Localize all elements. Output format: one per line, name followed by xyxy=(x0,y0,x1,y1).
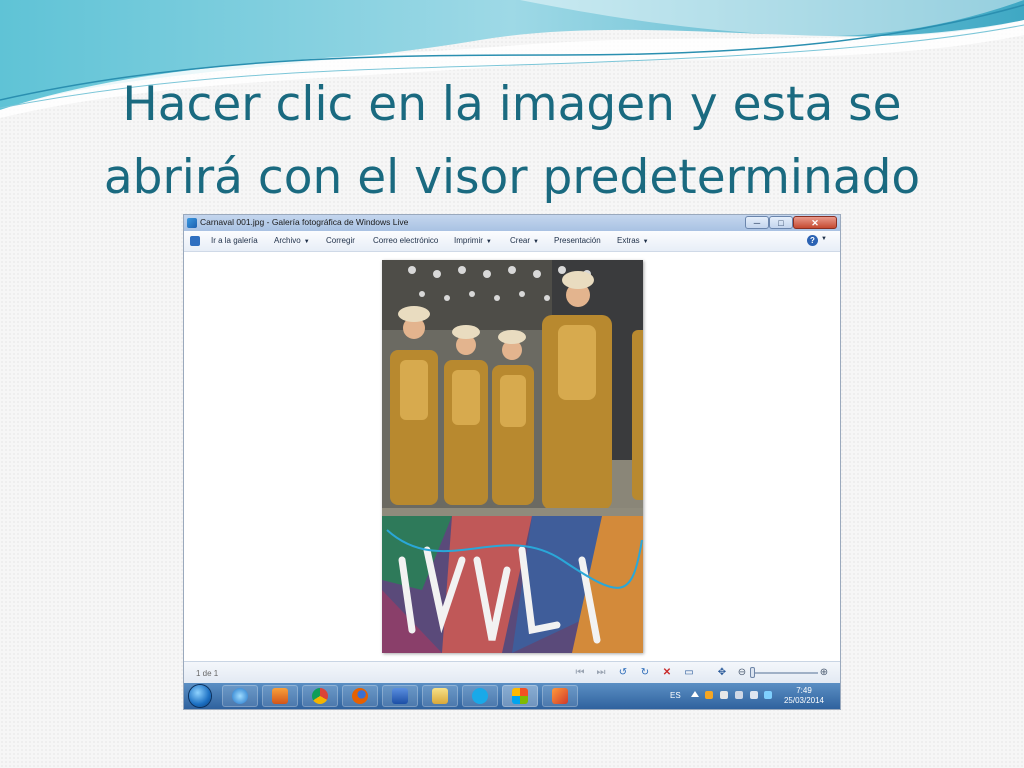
zoom-out-icon[interactable]: ⊖ xyxy=(736,667,748,679)
photo-gallery-icon xyxy=(552,688,568,704)
menu-extras[interactable]: Extras ▼ xyxy=(617,236,649,245)
clock-date: 25/03/2014 xyxy=(783,696,825,705)
taskbar-clock[interactable]: 7:49 25/03/2014 xyxy=(776,686,832,706)
taskbar-file-explorer[interactable] xyxy=(422,685,458,707)
chevron-down-icon: ▼ xyxy=(642,239,649,245)
chrome-icon xyxy=(312,688,328,704)
menu-presentacion[interactable]: Presentación xyxy=(554,236,601,245)
fit-icon[interactable]: ✥ xyxy=(716,667,728,679)
zoom-slider-track[interactable] xyxy=(752,672,818,674)
menu-crear-label: Crear xyxy=(510,236,531,245)
taskbar-media-player[interactable] xyxy=(262,685,298,707)
menu-correo[interactable]: Correo electrónico xyxy=(373,236,438,245)
taskbar-photo-gallery[interactable] xyxy=(542,685,578,707)
close-button[interactable]: ✕ xyxy=(793,216,837,229)
next-icon[interactable]: ⏭ xyxy=(595,667,607,679)
menu-bar: Ir a la galería Archivo ▼ Corregir Correo… xyxy=(184,231,840,252)
viewer-controls: 1 de 1 ⏮ ⏭ ↺ ↻ ✕ ▭ ✥ ⊖ ⊕ xyxy=(184,661,840,684)
tray-expand-icon[interactable] xyxy=(691,691,699,697)
minimize-button[interactable]: ─ xyxy=(745,216,769,229)
windows-taskbar: ES 7:49 25/03/2014 xyxy=(184,683,840,709)
internet-explorer-icon xyxy=(232,688,248,704)
chevron-down-icon[interactable]: ▼ xyxy=(821,236,827,242)
network-icon[interactable] xyxy=(735,691,743,699)
taskbar-internet-explorer[interactable] xyxy=(222,685,258,707)
previous-icon[interactable]: ⏮ xyxy=(574,667,586,679)
help-icon[interactable]: ? xyxy=(807,235,818,246)
image-viewer xyxy=(184,252,840,661)
taskbar-word[interactable] xyxy=(382,685,418,707)
folder-icon xyxy=(432,688,448,704)
menu-archivo[interactable]: Archivo ▼ xyxy=(274,236,310,245)
maximize-button[interactable]: □ xyxy=(769,216,793,229)
zoom-in-icon[interactable]: ⊕ xyxy=(818,667,830,679)
media-player-icon xyxy=(272,688,288,704)
chevron-down-icon: ▼ xyxy=(485,239,492,245)
chevron-down-icon: ▼ xyxy=(303,239,310,245)
chevron-down-icon: ▼ xyxy=(533,239,539,245)
slide-title-line-1: Hacer clic en la imagen y esta se xyxy=(122,77,902,132)
bluetooth-icon[interactable] xyxy=(764,691,772,699)
slide-title-line-2: abrirá con el visor predeterminado xyxy=(103,150,921,205)
taskbar-skype[interactable] xyxy=(462,685,498,707)
taskbar-windows-live[interactable] xyxy=(502,685,538,707)
page-counter: 1 de 1 xyxy=(196,669,219,678)
menu-crear[interactable]: Crear ▼ xyxy=(510,236,539,245)
window-titlebar[interactable]: Carnaval 001.jpg - Galería fotográfica d… xyxy=(184,215,840,231)
window-title: Carnaval 001.jpg - Galería fotográfica d… xyxy=(200,217,409,227)
slideshow-icon[interactable]: ▭ xyxy=(683,667,695,679)
taskbar-chrome[interactable] xyxy=(302,685,338,707)
menu-imprimir[interactable]: Imprimir ▼ xyxy=(454,236,492,245)
rotate-right-icon[interactable]: ↻ xyxy=(639,667,651,679)
tray-app-icon[interactable] xyxy=(705,691,713,699)
action-center-flag-icon[interactable] xyxy=(720,691,728,699)
carnival-photo[interactable] xyxy=(382,260,643,653)
firefox-icon xyxy=(352,688,368,704)
skype-icon xyxy=(472,688,488,704)
zoom-slider-thumb[interactable] xyxy=(750,667,755,678)
menu-extras-label: Extras xyxy=(617,236,640,245)
menu-archivo-label: Archivo xyxy=(274,236,301,245)
start-button[interactable] xyxy=(189,685,211,707)
menu-imprimir-label: Imprimir xyxy=(454,236,483,245)
volume-icon[interactable] xyxy=(750,691,758,699)
photo-gallery-window: Carnaval 001.jpg - Galería fotográfica d… xyxy=(184,215,840,709)
menu-corregir[interactable]: Corregir xyxy=(326,236,355,245)
slide-title: Hacer clic en la imagen y esta se abrirá… xyxy=(0,68,1024,214)
clock-time: 7:49 xyxy=(796,686,812,695)
rotate-left-icon[interactable]: ↺ xyxy=(617,667,629,679)
go-to-gallery-button[interactable]: Ir a la galería xyxy=(211,236,258,245)
back-arrow-icon[interactable] xyxy=(190,236,200,246)
delete-icon[interactable]: ✕ xyxy=(661,667,673,679)
taskbar-firefox[interactable] xyxy=(342,685,378,707)
word-icon xyxy=(392,688,408,704)
app-icon xyxy=(187,218,197,228)
language-indicator[interactable]: ES xyxy=(670,691,681,700)
windows-live-icon xyxy=(512,688,528,704)
